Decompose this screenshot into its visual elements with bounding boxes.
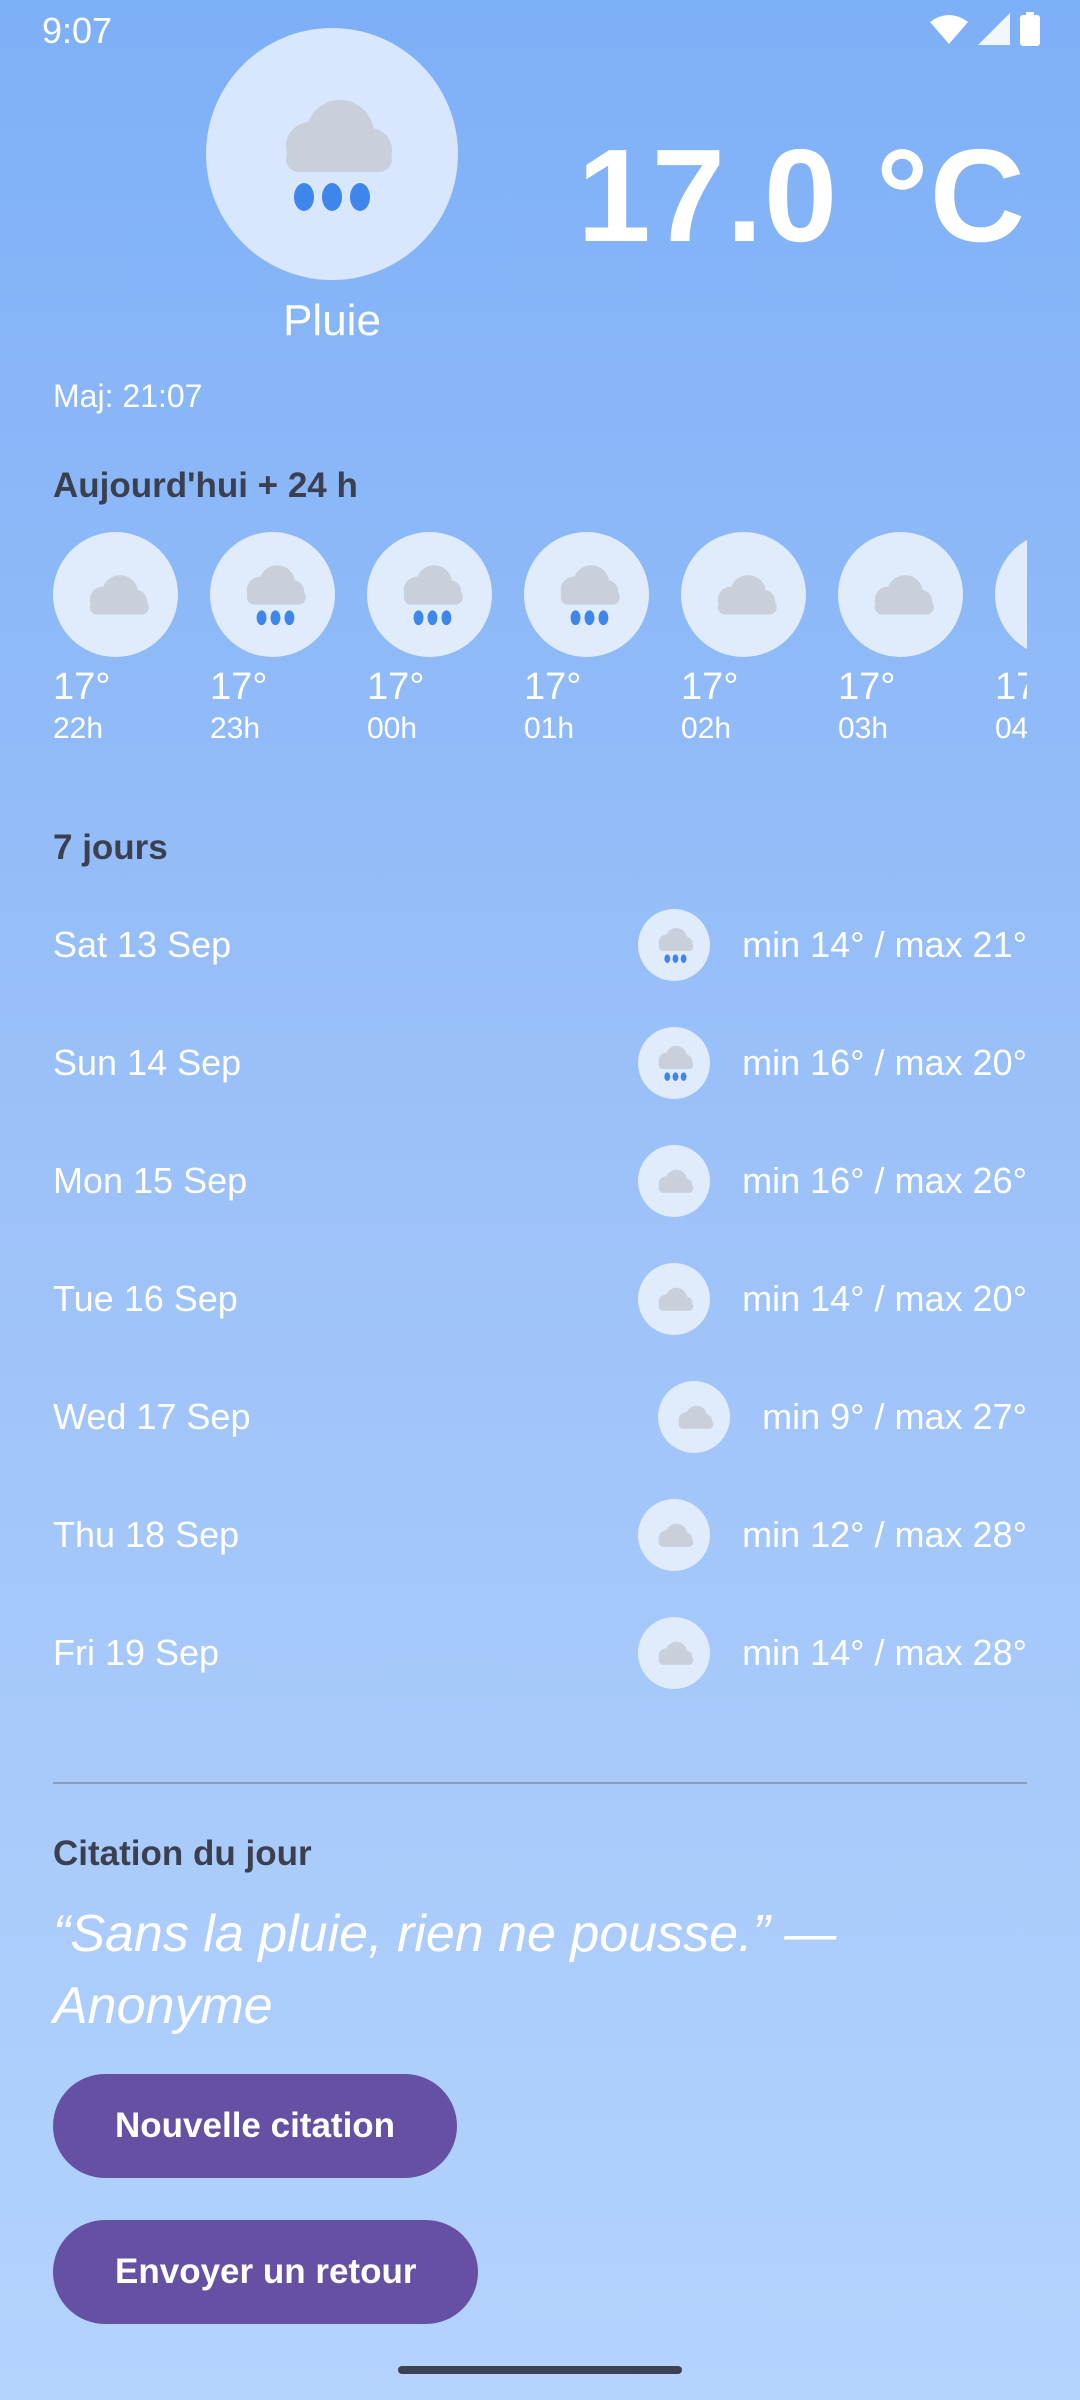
daily-temperature-range: min 12° / max 28°	[742, 1514, 1027, 1555]
divider	[53, 1782, 1027, 1784]
cloud-icon	[717, 574, 777, 615]
daily-date: Sun 14 Sep	[53, 1042, 242, 1083]
quote-section-title: Citation du jour	[53, 1834, 312, 1873]
daily-date: Sat 13 Sep	[53, 924, 232, 965]
cloud-icon	[658, 1169, 694, 1193]
daily-temperature-range: min 9° / max 27°	[762, 1396, 1027, 1437]
send-feedback-button[interactable]: Envoyer un retour	[53, 2220, 479, 2324]
hourly-temperature: 17°	[681, 666, 739, 708]
hourly-time: 02h	[681, 712, 732, 745]
daily-row: Mon 15 Sep min 16° / max 26°	[53, 1144, 1027, 1218]
daily-section-title: 7 jours	[53, 828, 168, 867]
rain-cloud-icon	[658, 1045, 694, 1081]
hourly-temperature: 17°	[838, 666, 896, 708]
rain-cloud-icon	[658, 927, 694, 963]
hourly-item: 17° 22h	[53, 532, 178, 762]
daily-date: Mon 15 Sep	[53, 1160, 248, 1201]
hourly-item: 17° 03h	[838, 532, 963, 762]
hourly-item: 17° 01h	[524, 532, 649, 762]
hourly-item: 17° 00h	[367, 532, 492, 762]
hourly-icon-container	[838, 532, 963, 657]
hourly-time: 00h	[367, 712, 418, 745]
status-icons	[930, 12, 1040, 46]
daily-date: Tue 16 Sep	[53, 1278, 238, 1319]
hourly-forecast-list[interactable]: 17°22h17°23h17°00h17°01h17°02h17°03h17°0…	[53, 532, 1027, 762]
cloud-icon	[658, 1287, 694, 1311]
cloud-icon	[658, 1523, 694, 1547]
rain-cloud-icon	[403, 564, 463, 625]
cloud-icon	[1017, 562, 1028, 628]
daily-icon-container	[638, 1027, 711, 1099]
daily-icon-container	[638, 1617, 711, 1689]
daily-temperature-range: min 16° / max 20°	[742, 1042, 1027, 1083]
daily-row: Wed 17 Sep min 9° / max 27°	[53, 1380, 1027, 1454]
hourly-temperature: 17°	[524, 666, 582, 708]
current-temperature: 17.0 °C	[577, 122, 1026, 269]
daily-summary: min 14° / max 20°	[638, 1263, 1027, 1335]
hourly-icon-container	[995, 532, 1027, 657]
hourly-item: 17° 23h	[210, 532, 335, 762]
new-quote-button[interactable]: Nouvelle citation	[53, 2074, 458, 2178]
hourly-icon-container	[53, 532, 178, 657]
daily-row: Fri 19 Sep min 14° / max 28°	[53, 1616, 1027, 1690]
hourly-icon-container	[681, 532, 806, 657]
hourly-temperature: 17°	[995, 666, 1027, 708]
hourly-time: 22h	[53, 712, 104, 745]
daily-temperature-range: min 14° / max 28°	[742, 1632, 1027, 1673]
daily-temperature-range: min 16° / max 26°	[742, 1160, 1027, 1201]
hourly-icon-container	[367, 532, 492, 657]
hourly-item: 17°04h	[995, 532, 1027, 762]
daily-row: Sun 14 Sep min 16° / max 20°	[53, 1026, 1027, 1100]
daily-summary: min 14° / max 28°	[638, 1617, 1027, 1689]
hourly-time: 23h	[210, 712, 261, 745]
hourly-temperature: 17°	[53, 666, 111, 708]
current-condition-label: Pluie	[283, 296, 381, 345]
daily-icon-container	[638, 909, 711, 981]
hourly-time: 01h	[524, 712, 575, 745]
last-updated-time: Maj: 21:07	[53, 378, 203, 414]
rain-cloud-icon	[286, 100, 392, 211]
rain-cloud-icon	[246, 564, 306, 625]
hourly-time: 04h	[995, 712, 1027, 745]
daily-icon-container	[638, 1145, 711, 1217]
daily-icon-container	[638, 1499, 711, 1571]
cloud-icon	[874, 574, 934, 615]
status-time: 9:07	[42, 10, 113, 51]
hourly-temperature: 17°	[210, 666, 268, 708]
daily-icon-container	[638, 1263, 711, 1335]
hourly-item: 17° 02h	[681, 532, 806, 762]
daily-date: Fri 19 Sep	[53, 1632, 220, 1673]
hourly-time: 03h	[838, 712, 889, 745]
cloud-icon	[89, 574, 149, 615]
cloud-icon	[678, 1405, 714, 1429]
daily-date: Thu 18 Sep	[53, 1514, 240, 1555]
hourly-section-title: Aujourd'hui + 24 h	[53, 466, 358, 505]
cellular-signal-icon	[978, 13, 1010, 45]
wifi-icon	[930, 15, 968, 44]
status-bar: 9:07	[0, 0, 1080, 60]
daily-temperature-range: min 14° / max 21°	[742, 924, 1027, 965]
daily-row: Tue 16 Sep min 14° / max 20°	[53, 1262, 1027, 1336]
home-indicator[interactable]	[398, 2366, 682, 2374]
daily-summary: min 12° / max 28°	[638, 1499, 1027, 1571]
daily-summary: min 14° / max 21°	[638, 909, 1027, 981]
daily-row: Sat 13 Sep min 14° / max 21°	[53, 908, 1027, 982]
hourly-icon-container	[210, 532, 335, 657]
hourly-temperature: 17°	[367, 666, 425, 708]
daily-temperature-range: min 14° / max 20°	[742, 1278, 1027, 1319]
hourly-icon-container	[524, 532, 649, 657]
daily-summary: min 16° / max 20°	[638, 1027, 1027, 1099]
daily-summary: min 16° / max 26°	[638, 1145, 1027, 1217]
daily-row: Thu 18 Sep min 12° / max 28°	[53, 1498, 1027, 1572]
daily-icon-container	[658, 1381, 731, 1453]
quote-text: “Sans la pluie, rien ne pousse.” — Anony…	[53, 1905, 837, 2035]
current-weather-icon-container	[206, 28, 458, 280]
rain-cloud-icon	[560, 564, 620, 625]
daily-date: Wed 17 Sep	[53, 1396, 251, 1437]
daily-summary: min 9° / max 27°	[658, 1381, 1027, 1453]
cloud-icon	[658, 1641, 694, 1665]
battery-icon	[1020, 12, 1040, 46]
